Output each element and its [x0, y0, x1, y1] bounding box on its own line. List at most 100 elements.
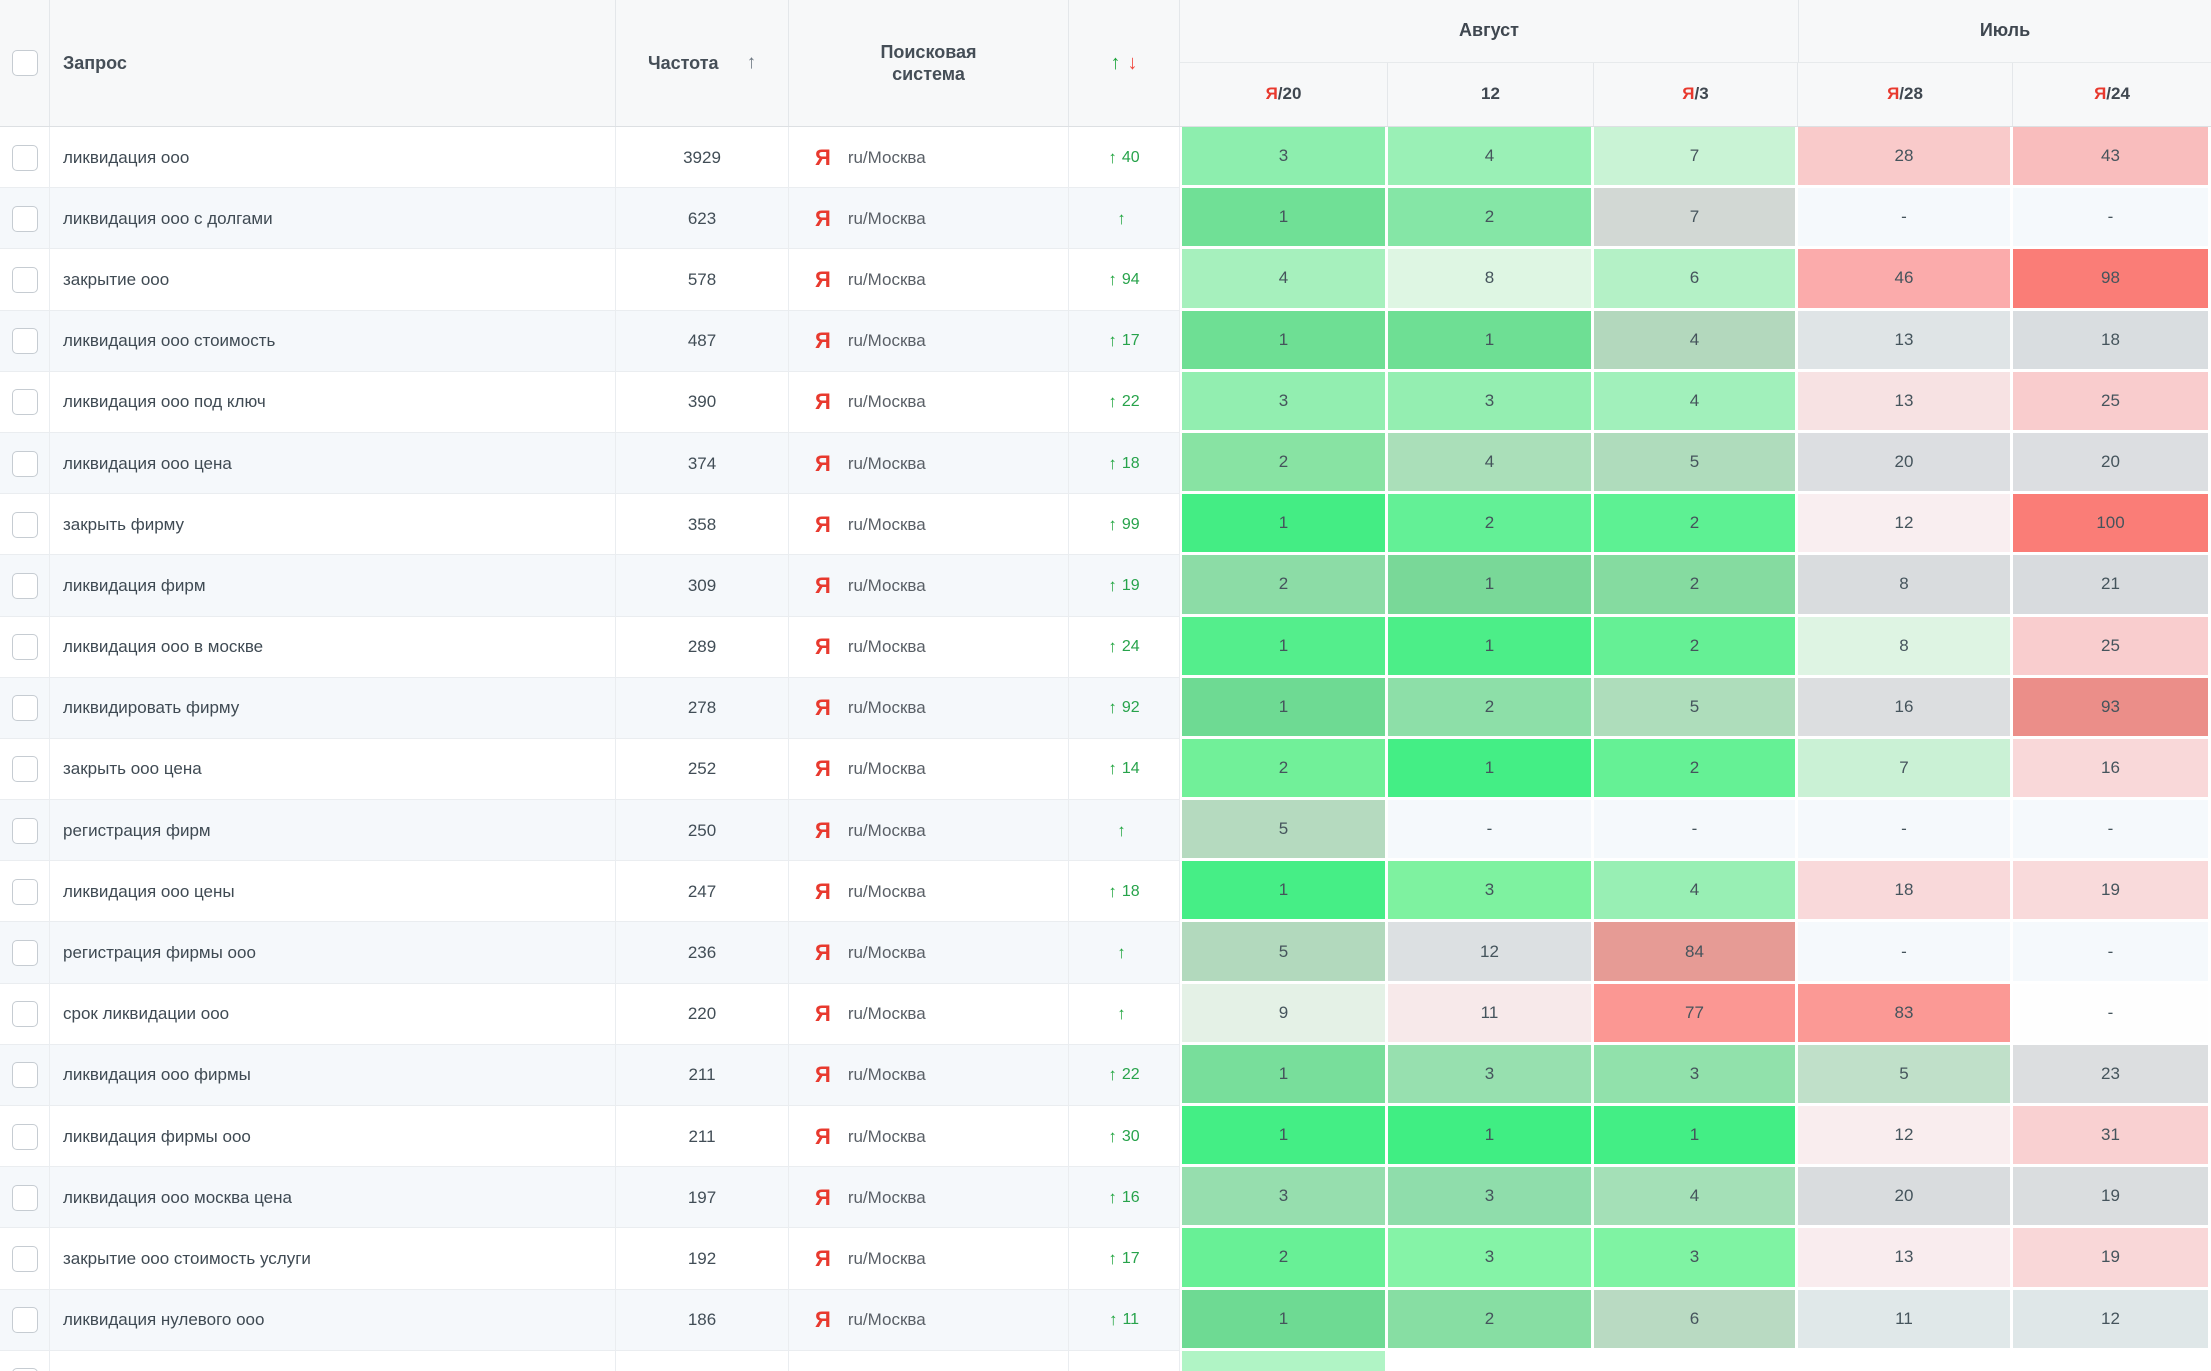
query-text[interactable]: ликвидация ооо стоимость — [63, 331, 275, 351]
dynamics-cell: ↑ 17 — [1069, 1228, 1180, 1289]
column-header-frequency[interactable]: Частота ↑ — [616, 0, 789, 126]
row-checkbox[interactable] — [12, 512, 38, 538]
query-text[interactable]: ликвидация ооо цена — [63, 454, 232, 474]
query-text[interactable]: ликвидация ооо цены — [63, 882, 235, 902]
row-checkbox-cell — [0, 127, 50, 188]
engine-region: ru/Москва — [848, 943, 926, 963]
row-checkbox[interactable] — [12, 879, 38, 905]
table-row: регистрация фирм 250 Я ru/Москва ↑ 5 - -… — [0, 800, 2211, 861]
row-checkbox[interactable] — [12, 634, 38, 660]
position-cell: 12 — [1798, 494, 2013, 555]
dynamics-cell: ↑ 22 — [1069, 1045, 1180, 1106]
position-cell: 4 — [1594, 372, 1798, 433]
yandex-icon: Я — [815, 1126, 831, 1148]
date-column-header[interactable]: Я/24 — [2013, 63, 2211, 127]
position-cell: 31 — [2013, 1106, 2211, 1167]
row-checkbox[interactable] — [12, 1124, 38, 1150]
up-arrow-icon: ↑ — [1108, 392, 1117, 412]
row-checkbox[interactable] — [12, 695, 38, 721]
query-text[interactable]: ликвидация фирмы ооо — [63, 1127, 251, 1147]
column-header-dynamics[interactable]: ↑ ↓ — [1069, 0, 1180, 126]
position-cell: 1 — [1180, 1106, 1388, 1167]
date-column-header[interactable]: Я/28 — [1798, 63, 2013, 127]
yandex-icon: Я — [815, 1003, 831, 1025]
row-checkbox[interactable] — [12, 206, 38, 232]
query-text[interactable]: ликвидация ооо фирмы — [63, 1065, 251, 1085]
position-cell: 84 — [1594, 922, 1798, 983]
query-text[interactable]: ликвидировать фирму — [63, 698, 239, 718]
date-column-header[interactable]: Я/20 — [1180, 63, 1388, 127]
query-text[interactable]: закрыть ооо цена — [63, 759, 202, 779]
row-checkbox[interactable] — [12, 1246, 38, 1272]
row-checkbox[interactable] — [12, 756, 38, 782]
query-text[interactable]: закрытие ооо — [63, 270, 169, 290]
up-arrow-icon: ↑ — [1108, 1188, 1117, 1208]
position-cell: 4 — [1594, 1167, 1798, 1228]
position-cell: 7 — [1594, 127, 1798, 188]
engine-cell: Я ru/Москва — [789, 1045, 1069, 1106]
engine-region: ru/Москва — [848, 1065, 926, 1085]
row-checkbox-cell — [0, 433, 50, 494]
position-cell: - — [2013, 800, 2211, 861]
row-checkbox[interactable] — [12, 145, 38, 171]
query-text[interactable]: ликвидация ооо в москве — [63, 637, 263, 657]
row-checkbox[interactable] — [12, 1185, 38, 1211]
month-group-august: Август — [1180, 0, 1798, 63]
query-cell: регистрация фирмы ооо — [50, 922, 616, 983]
position-cell: 1 — [1180, 494, 1388, 555]
row-checkbox[interactable] — [12, 940, 38, 966]
date-column-header[interactable]: Я/3 — [1594, 63, 1798, 127]
row-checkbox[interactable] — [12, 573, 38, 599]
position-cell: 1 — [1180, 311, 1388, 372]
position-cell: 11 — [1798, 1290, 2013, 1351]
frequency-value: 390 — [616, 372, 789, 433]
change-value: 17 — [1122, 332, 1140, 350]
engine-region: ru/Москва — [848, 882, 926, 902]
yandex-icon: Я — [815, 820, 831, 842]
position-cell: 3 — [1388, 1228, 1594, 1289]
engine-region: ru/Москва — [848, 576, 926, 596]
yandex-icon: Я — [815, 330, 831, 352]
query-text[interactable]: ликвидация ооо — [63, 148, 189, 168]
position-cell: 25 — [2013, 617, 2211, 678]
position-cell: 16 — [1798, 678, 2013, 739]
row-checkbox[interactable] — [12, 328, 38, 354]
query-text[interactable]: закрыть фирму — [63, 515, 184, 535]
query-text[interactable]: регистрация фирмы ооо — [63, 943, 256, 963]
position-cell: 6 — [1594, 249, 1798, 310]
row-checkbox[interactable] — [12, 389, 38, 415]
query-text[interactable]: ликвидация ооо под ключ — [63, 392, 266, 412]
date-label: /24 — [2106, 84, 2130, 104]
position-cell: 20 — [2013, 433, 2211, 494]
row-checkbox-cell — [0, 1167, 50, 1228]
select-all-checkbox[interactable] — [12, 50, 38, 76]
frequency-value: 220 — [616, 984, 789, 1045]
position-cell: - — [1388, 800, 1594, 861]
position-cell: 25 — [2013, 372, 2211, 433]
yandex-icon: Я — [815, 575, 831, 597]
row-checkbox[interactable] — [12, 1307, 38, 1333]
query-text[interactable]: регистрация фирм — [63, 821, 211, 841]
column-header-engine: Поисковая система — [789, 0, 1069, 126]
row-checkbox[interactable] — [12, 267, 38, 293]
down-arrow-icon: ↓ — [1128, 52, 1138, 75]
date-label: 12 — [1481, 84, 1500, 104]
query-text[interactable]: срок ликвидации ооо — [63, 1004, 229, 1024]
yandex-icon: Я — [1682, 84, 1694, 104]
query-text[interactable]: ликвидация ооо москва цена — [63, 1188, 292, 1208]
dynamics-cell: ↑ — [1069, 800, 1180, 861]
engine-cell: Я ru/Москва — [789, 1351, 1069, 1371]
row-checkbox[interactable] — [12, 818, 38, 844]
row-checkbox[interactable] — [12, 451, 38, 477]
position-cell: 1 — [1180, 1290, 1388, 1351]
sort-asc-icon[interactable]: ↑ — [747, 52, 757, 74]
query-column-label: Запрос — [63, 53, 127, 74]
date-column-header[interactable]: 12 — [1388, 63, 1594, 127]
row-checkbox[interactable] — [12, 1001, 38, 1027]
query-text[interactable]: ликвидация фирм — [63, 576, 206, 596]
query-text[interactable]: закрытие ооо стоимость услуги — [63, 1249, 311, 1269]
query-text[interactable]: ликвидация ооо с долгами — [63, 209, 273, 229]
row-checkbox[interactable] — [12, 1062, 38, 1088]
query-text[interactable]: ликвидация нулевого ооо — [63, 1310, 264, 1330]
position-cell: 2 — [1180, 739, 1388, 800]
